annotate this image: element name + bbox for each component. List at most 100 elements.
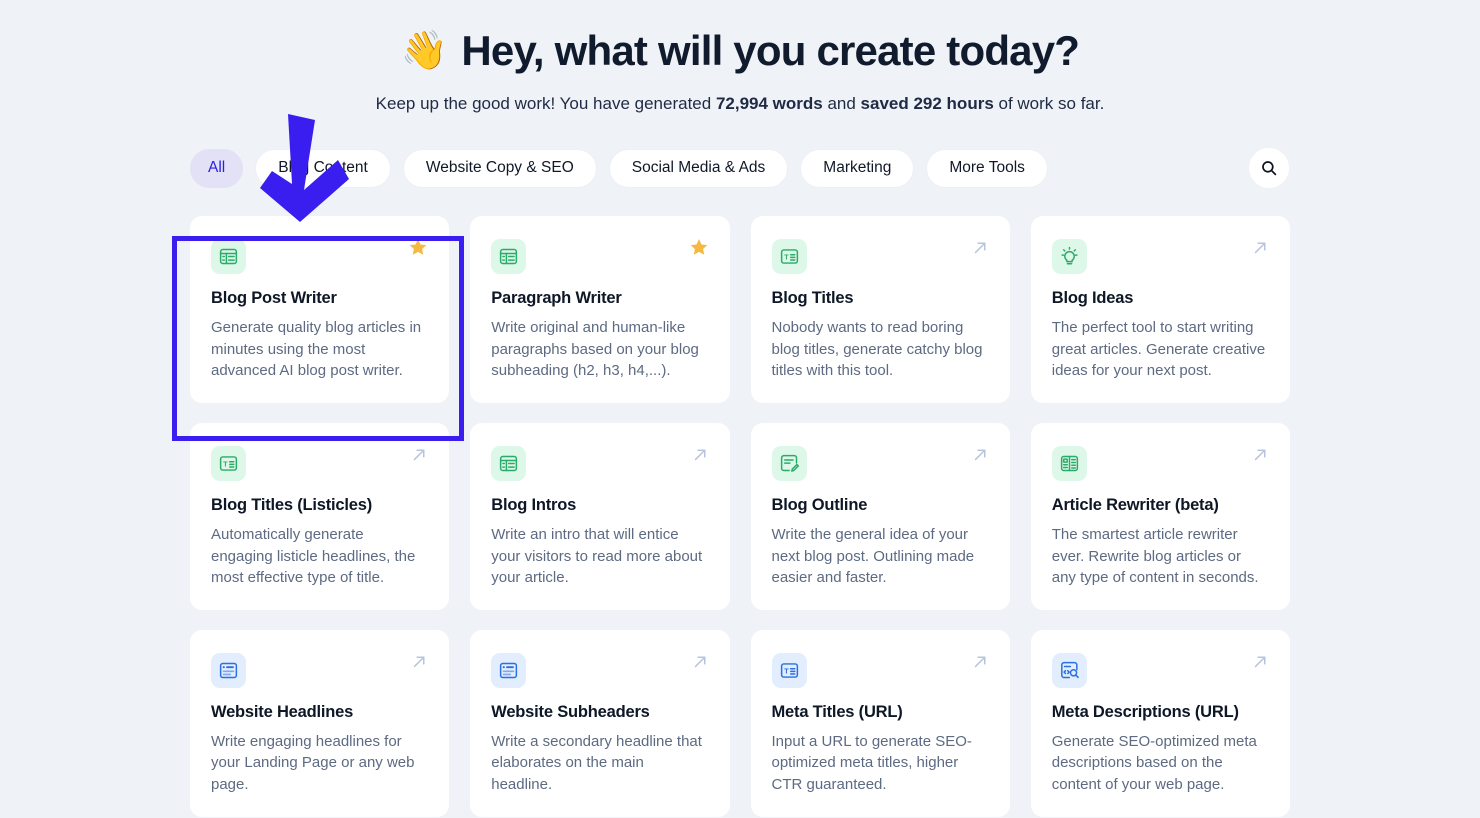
card-description: Write original and human-like paragraphs… — [491, 319, 699, 379]
open-tool-button[interactable] — [692, 653, 709, 675]
search-icon — [1262, 161, 1277, 176]
card-description: Automatically generate engaging listicle… — [211, 526, 416, 586]
note-pencil-icon — [771, 446, 807, 482]
title-box-icon: T — [211, 446, 246, 482]
card-header-row: T — [211, 446, 428, 482]
star-icon[interactable] — [689, 237, 709, 257]
open-tool-button[interactable] — [972, 653, 989, 675]
saved-hours-count: saved 292 hours — [860, 94, 994, 114]
card-header-row — [1051, 239, 1269, 275]
external-link-icon[interactable] — [1252, 446, 1269, 463]
open-tool-button[interactable] — [1252, 446, 1269, 468]
card-header-row — [1051, 446, 1269, 482]
waving-hand-icon: 👋 — [400, 30, 448, 73]
page-title-text: Hey, what will you create today? — [461, 27, 1080, 74]
favorite-star-button[interactable] — [689, 237, 709, 262]
tool-card[interactable]: Blog Intros Write an intro that will enti… — [470, 423, 730, 611]
chips-container: All Blog Content Website Copy & SEO Social … — [190, 148, 1048, 188]
card-description: Write a secondary headline that elaborat… — [491, 733, 702, 793]
filter-chip-more-tools[interactable]: More Tools — [926, 148, 1048, 188]
external-link-icon[interactable] — [1252, 239, 1269, 256]
tool-card[interactable]: T Blog Titles (Listicles) Automatically ge… — [190, 423, 450, 611]
svg-text:T: T — [223, 461, 228, 469]
svg-text:T: T — [784, 668, 789, 676]
open-tool-button[interactable] — [692, 446, 709, 468]
open-tool-button[interactable] — [972, 239, 989, 261]
filter-chip-label: More Tools — [949, 159, 1025, 177]
filter-chip-label: Social Media & Ads — [631, 159, 766, 177]
tool-card[interactable]: T Meta Titles (URL) Input a URL to generat… — [750, 630, 1010, 818]
card-title: Website Headlines — [211, 703, 354, 722]
card-title: Blog Intros — [491, 496, 577, 515]
card-title: Website Subheaders — [491, 703, 650, 722]
card-title: Article Rewriter (beta) — [1051, 496, 1219, 515]
card-description: Generate SEO-optimized meta descriptions… — [1051, 733, 1257, 793]
title-box-icon: T — [771, 653, 807, 689]
card-title: Paragraph Writer — [491, 289, 622, 308]
generated-words-count: 72,994 words — [715, 94, 823, 114]
star-icon[interactable] — [408, 237, 428, 257]
card-description: Input a URL to generate SEO-optimized me… — [771, 733, 972, 793]
open-tool-button[interactable] — [411, 653, 428, 675]
card-header-row — [211, 239, 428, 275]
tool-card[interactable]: T Blog Titles Nobody wants to read boring … — [750, 216, 1010, 404]
card-title: Meta Titles (URL) — [771, 703, 903, 722]
external-link-icon[interactable] — [972, 653, 989, 670]
external-link-icon[interactable] — [411, 446, 428, 463]
external-link-icon[interactable] — [972, 239, 989, 256]
external-link-icon[interactable] — [1252, 653, 1269, 670]
card-description: Nobody wants to read boring blog titles,… — [771, 319, 983, 379]
card-description: Write the general idea of your next blog… — [771, 526, 975, 586]
tools-grid: Blog Post Writer Generate quality blog ar… — [0, 216, 1480, 818]
open-tool-button[interactable] — [1252, 653, 1269, 675]
tool-card[interactable]: Blog Post Writer Generate quality blog ar… — [190, 216, 450, 404]
tool-card[interactable]: Blog Outline Write the general idea of yo… — [750, 423, 1010, 611]
favorite-star-button[interactable] — [408, 237, 428, 262]
card-description: The smartest article rewriter ever. Rewr… — [1051, 526, 1259, 586]
filter-chip-label: Website Copy & SEO — [425, 159, 574, 177]
card-header-row — [1051, 653, 1269, 689]
card-header-row: T — [771, 239, 989, 275]
tool-card[interactable]: Article Rewriter (beta) The smartest arti… — [1030, 423, 1290, 611]
open-tool-button[interactable] — [1252, 239, 1269, 261]
external-link-icon[interactable] — [692, 446, 709, 463]
card-title: Blog Titles — [771, 289, 854, 308]
tool-card[interactable]: Blog Ideas The perfect tool to start writ… — [1030, 216, 1290, 404]
external-link-icon[interactable] — [692, 653, 709, 670]
card-header-row — [771, 446, 989, 482]
card-header-row — [491, 239, 708, 275]
card-title: Blog Outline — [771, 496, 868, 515]
card-description: Write an intro that will entice your vis… — [491, 526, 703, 586]
filter-chip-social-media-ads[interactable]: Social Media & Ads — [608, 148, 789, 188]
open-tool-button[interactable] — [411, 446, 428, 468]
external-link-icon[interactable] — [972, 446, 989, 463]
tool-card[interactable]: Website Headlines Write engaging headline… — [190, 630, 450, 818]
page-title: 👋 Hey, what will you create today? — [0, 26, 1480, 76]
two-column-icon — [1051, 446, 1087, 482]
card-title: Meta Descriptions (URL) — [1051, 703, 1239, 722]
article-table-icon — [491, 446, 527, 482]
card-title: Blog Post Writer — [211, 289, 337, 308]
filter-chip-label: Marketing — [823, 159, 892, 177]
card-title: Blog Titles (Listicles) — [211, 496, 373, 515]
external-link-icon[interactable] — [411, 653, 428, 670]
tool-card[interactable]: Meta Descriptions (URL) Generate SEO-opti… — [1030, 630, 1290, 818]
search-button[interactable] — [1248, 147, 1290, 190]
usage-subtitle: Keep up the good work! You have generate… — [0, 94, 1480, 114]
tool-card[interactable]: Website Subheaders Write a secondary head… — [470, 630, 730, 818]
headline-layout-icon — [211, 653, 246, 689]
title-box-icon: T — [771, 239, 807, 275]
tool-card[interactable]: Paragraph Writer Write original and human… — [470, 216, 730, 404]
filter-chip-marketing[interactable]: Marketing — [800, 148, 915, 188]
open-tool-button[interactable] — [972, 446, 989, 468]
filter-chip-website-copy-seo[interactable]: Website Copy & SEO — [402, 148, 597, 188]
filter-chip-all[interactable]: All — [190, 148, 244, 188]
filter-chip-label: Blog Content — [278, 159, 368, 177]
card-header-row — [491, 653, 708, 689]
page-search-icon — [1051, 653, 1087, 689]
filter-chip-blog-content[interactable]: Blog Content — [255, 148, 391, 188]
subtitle-part-3: of work so far. — [993, 94, 1105, 114]
card-description: Generate quality blog articles in minute… — [211, 319, 422, 379]
article-table-icon — [211, 239, 246, 275]
card-header-row: T — [771, 653, 989, 689]
